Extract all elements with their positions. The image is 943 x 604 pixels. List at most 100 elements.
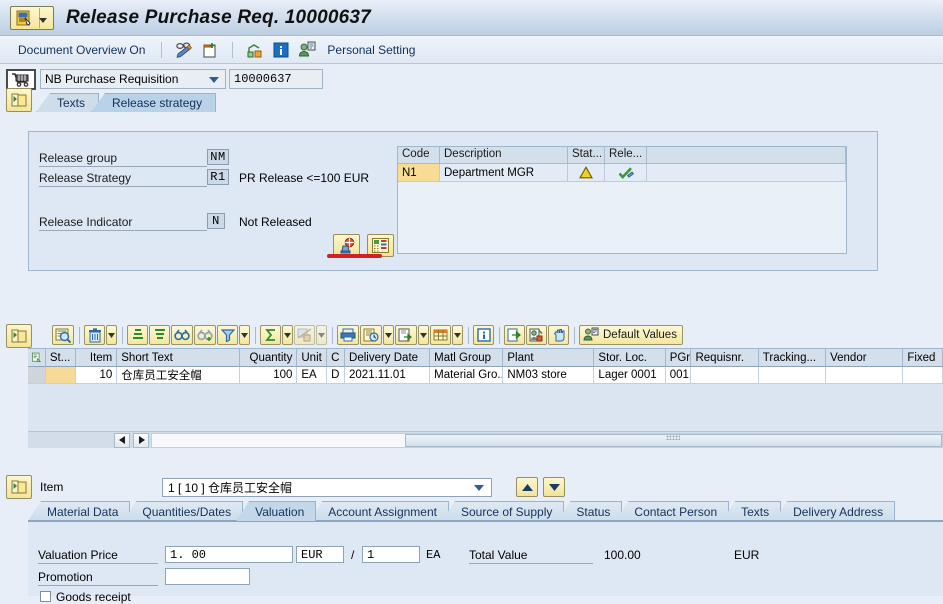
column-header-item[interactable]: Item xyxy=(75,349,118,367)
cell-status[interactable] xyxy=(45,367,76,384)
personal-setting-icon[interactable] xyxy=(297,40,317,60)
find-button[interactable] xyxy=(171,325,193,345)
other-purchase-requisition-icon[interactable] xyxy=(200,40,220,60)
header-tab-release-strategy[interactable]: Release strategy xyxy=(91,93,217,112)
goods-receipt-checkbox[interactable] xyxy=(40,591,51,602)
column-header-matl-group[interactable]: Matl Group xyxy=(430,349,504,367)
tab-valuation[interactable]: Valuation xyxy=(236,501,317,521)
document-overview-button[interactable]: Document Overview On xyxy=(14,41,149,59)
tab-delivery-address[interactable]: Delivery Address xyxy=(774,501,896,521)
promotion-field[interactable] xyxy=(165,568,250,585)
cell-code[interactable]: N1 xyxy=(398,164,440,182)
column-header-stor-loc[interactable]: Stor. Loc. xyxy=(594,349,666,367)
cell-stor-loc[interactable]: Lager 0001 xyxy=(594,367,666,384)
personal-value-button[interactable] xyxy=(526,325,547,345)
requisition-number-field[interactable]: 10000637 xyxy=(229,69,323,89)
column-header-fixed[interactable]: Fixed xyxy=(903,349,943,367)
total-dropdown[interactable] xyxy=(282,325,293,345)
column-header-status[interactable]: Stat... xyxy=(568,147,605,164)
column-header-unit[interactable]: Unit xyxy=(297,349,328,367)
table-row[interactable]: 10 仓库员工安全帽 100 EA D 2021.11.01 Material … xyxy=(28,367,943,384)
cell-vendor[interactable] xyxy=(826,367,904,384)
grid-horizontal-scrollbar[interactable] xyxy=(28,431,943,448)
cell-delivery-date[interactable]: 2021.11.01 xyxy=(345,367,431,384)
personal-setting-button[interactable]: Personal Setting xyxy=(323,41,419,59)
delete-button[interactable] xyxy=(84,325,105,345)
tab-source-of-supply[interactable]: Source of Supply xyxy=(441,501,565,521)
total-button[interactable] xyxy=(260,325,281,345)
row-select-cell[interactable] xyxy=(28,367,46,384)
tab-quantities-dates[interactable]: Quantities/Dates xyxy=(123,501,244,521)
sort-descending-button[interactable] xyxy=(149,325,170,345)
column-header-pgr[interactable]: PGr xyxy=(665,349,692,367)
cell-fixed[interactable] xyxy=(903,367,943,384)
print-preview-icon[interactable] xyxy=(245,40,265,60)
price-unit-field[interactable]: 1 xyxy=(362,546,420,563)
cell-tracking[interactable] xyxy=(758,367,827,384)
header-tab-texts[interactable]: Texts xyxy=(36,93,100,112)
column-header-vendor[interactable]: Vendor xyxy=(826,349,904,367)
column-header-requisnr[interactable]: Requisnr. xyxy=(691,349,759,367)
column-header-plant[interactable]: Plant xyxy=(503,349,595,367)
cell-quantity[interactable]: 100 xyxy=(239,367,298,384)
cell-item[interactable]: 10 xyxy=(75,367,118,384)
release-indicator-field[interactable]: N xyxy=(207,213,225,229)
valuation-price-field[interactable]: 1. 00 xyxy=(165,546,293,563)
info-icon[interactable] xyxy=(271,40,291,60)
scrollbar-track[interactable] xyxy=(151,432,943,448)
system-menu-button[interactable] xyxy=(10,5,54,30)
default-values-button[interactable]: Default Values xyxy=(579,325,683,345)
cell-c[interactable]: D xyxy=(327,367,346,384)
tab-status[interactable]: Status xyxy=(557,501,623,521)
subtotal-dropdown[interactable] xyxy=(316,325,327,345)
column-header-description[interactable]: Description xyxy=(440,147,568,164)
column-header-release[interactable]: Rele... xyxy=(605,147,647,164)
valuation-currency-field[interactable]: EUR xyxy=(296,546,344,563)
to-overview-button[interactable] xyxy=(504,325,525,345)
column-header-quantity[interactable]: Quantity xyxy=(239,349,298,367)
delete-dropdown[interactable] xyxy=(106,325,117,345)
export-dropdown[interactable] xyxy=(418,325,429,345)
column-header-c[interactable]: C xyxy=(327,349,346,367)
cell-pgr[interactable]: 001 xyxy=(665,367,692,384)
scroll-left-button[interactable] xyxy=(114,432,130,448)
tab-material-data[interactable]: Material Data xyxy=(28,501,131,521)
cell-short-text[interactable]: 仓库员工安全帽 xyxy=(117,367,240,384)
cell-description[interactable]: Department MGR xyxy=(440,164,568,182)
subtotal-button[interactable] xyxy=(294,325,315,345)
column-header-delivery-date[interactable]: Delivery Date xyxy=(345,349,431,367)
tab-contact-person[interactable]: Contact Person xyxy=(615,501,730,521)
item-overview-expand-icon[interactable] xyxy=(6,324,32,348)
release-group-field[interactable]: NM xyxy=(207,149,229,165)
layout-button[interactable] xyxy=(430,325,451,345)
print-button[interactable] xyxy=(337,325,359,345)
scroll-right-button[interactable] xyxy=(133,432,149,448)
document-type-select[interactable]: NB Purchase Requisition xyxy=(40,69,226,89)
sort-ascending-button[interactable] xyxy=(127,325,148,345)
shopping-cart-icon[interactable] xyxy=(6,68,36,90)
filter-dropdown[interactable] xyxy=(239,325,250,345)
filter-button[interactable] xyxy=(217,325,238,345)
print-version-button[interactable] xyxy=(360,325,382,345)
item-detail-expand-icon[interactable] xyxy=(6,475,32,499)
find-next-button[interactable] xyxy=(194,325,216,345)
cell-requisnr[interactable] xyxy=(691,367,759,384)
scroll-down-button[interactable] xyxy=(543,477,565,497)
tab-account-assignment[interactable]: Account Assignment xyxy=(309,501,449,521)
cell-unit[interactable]: EA xyxy=(297,367,328,384)
cell-plant[interactable]: NM03 store xyxy=(503,367,595,384)
tab-texts[interactable]: Texts xyxy=(722,501,782,521)
column-header-select-all[interactable] xyxy=(28,349,46,367)
cell-matl-group[interactable]: Material Gro... xyxy=(430,367,504,384)
print-version-dropdown[interactable] xyxy=(383,325,394,345)
scrollbar-thumb[interactable] xyxy=(404,433,942,447)
column-header-short-text[interactable]: Short Text xyxy=(117,349,240,367)
header-expand-icon[interactable] xyxy=(6,88,32,112)
info-button[interactable] xyxy=(473,325,494,345)
column-header-status[interactable]: St... xyxy=(45,349,76,367)
column-header-tracking[interactable]: Tracking... xyxy=(758,349,827,367)
table-row[interactable]: N1 Department MGR xyxy=(398,164,846,182)
release-strategy-field[interactable]: R1 xyxy=(207,169,229,185)
display-change-icon[interactable] xyxy=(174,40,194,60)
select-all-button[interactable] xyxy=(548,325,569,345)
